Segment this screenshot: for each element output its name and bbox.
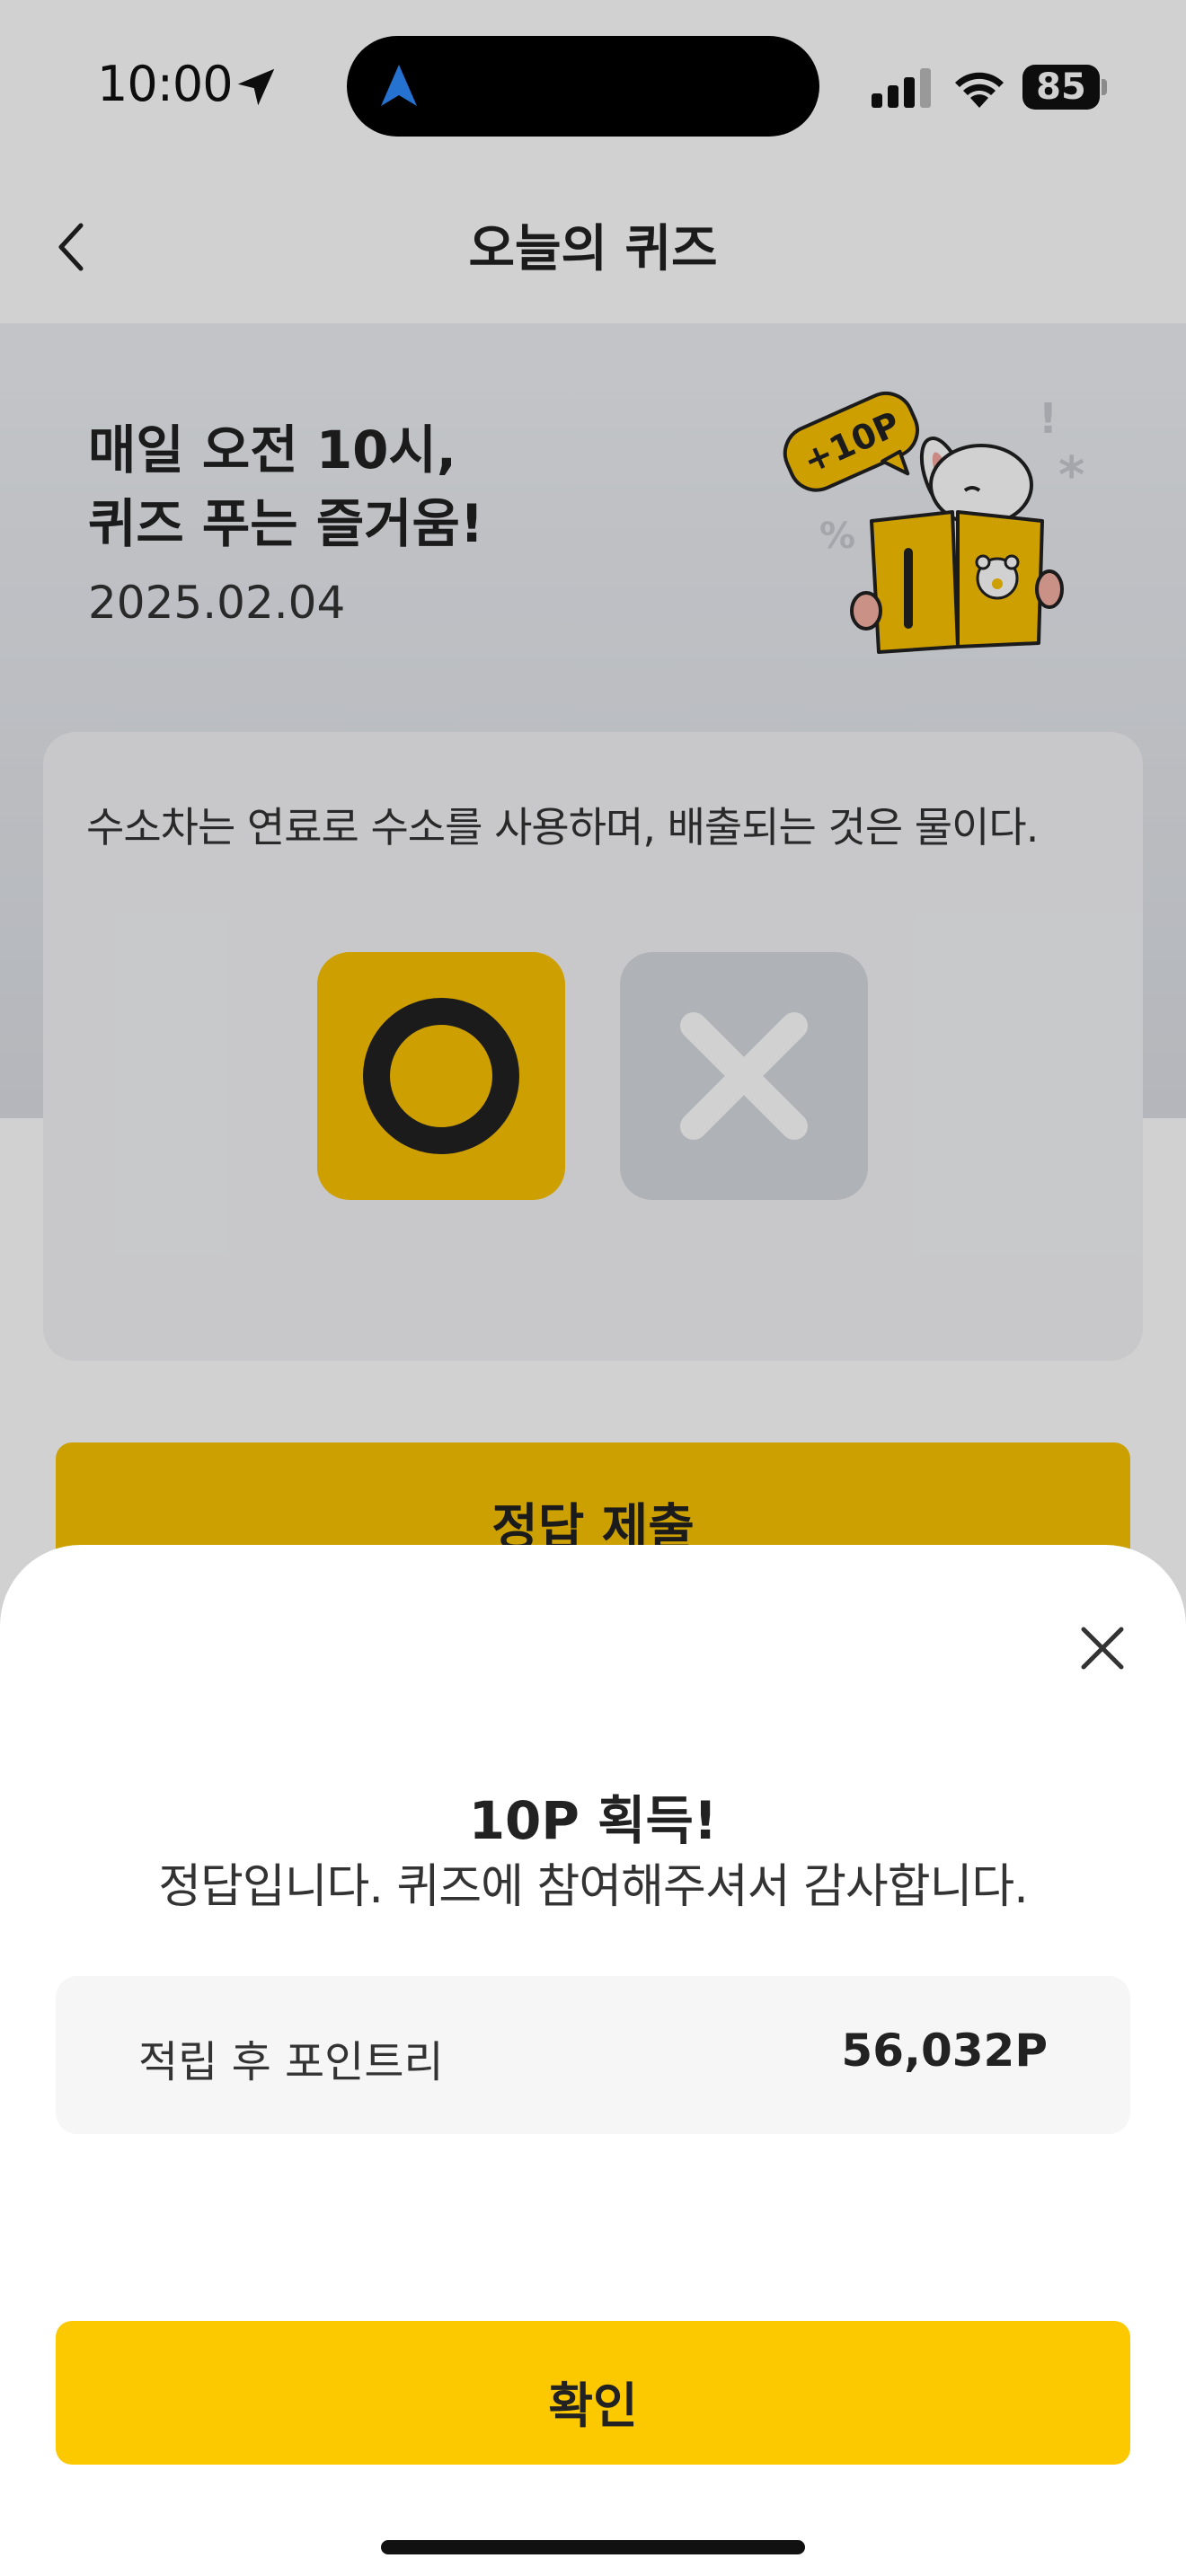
result-bottom-sheet: 10P 획득! 정답입니다. 퀴즈에 참여해주셔서 감사합니다. 적립 후 포인… [0, 1545, 1186, 2576]
confirm-button[interactable]: 확인 [56, 2321, 1130, 2465]
result-message: 정답입니다. 퀴즈에 참여해주셔서 감사합니다. [158, 1860, 1029, 1914]
points-summary: 적립 후 포인트리 56,032P [56, 1976, 1130, 2134]
points-label: 적립 후 포인트리 [138, 2037, 444, 2087]
points-value: 56,032P [841, 2025, 1048, 2077]
reward-title: 10P 획득! [468, 1790, 718, 1851]
close-icon[interactable] [1071, 1617, 1134, 1680]
home-indicator[interactable] [381, 2540, 805, 2554]
